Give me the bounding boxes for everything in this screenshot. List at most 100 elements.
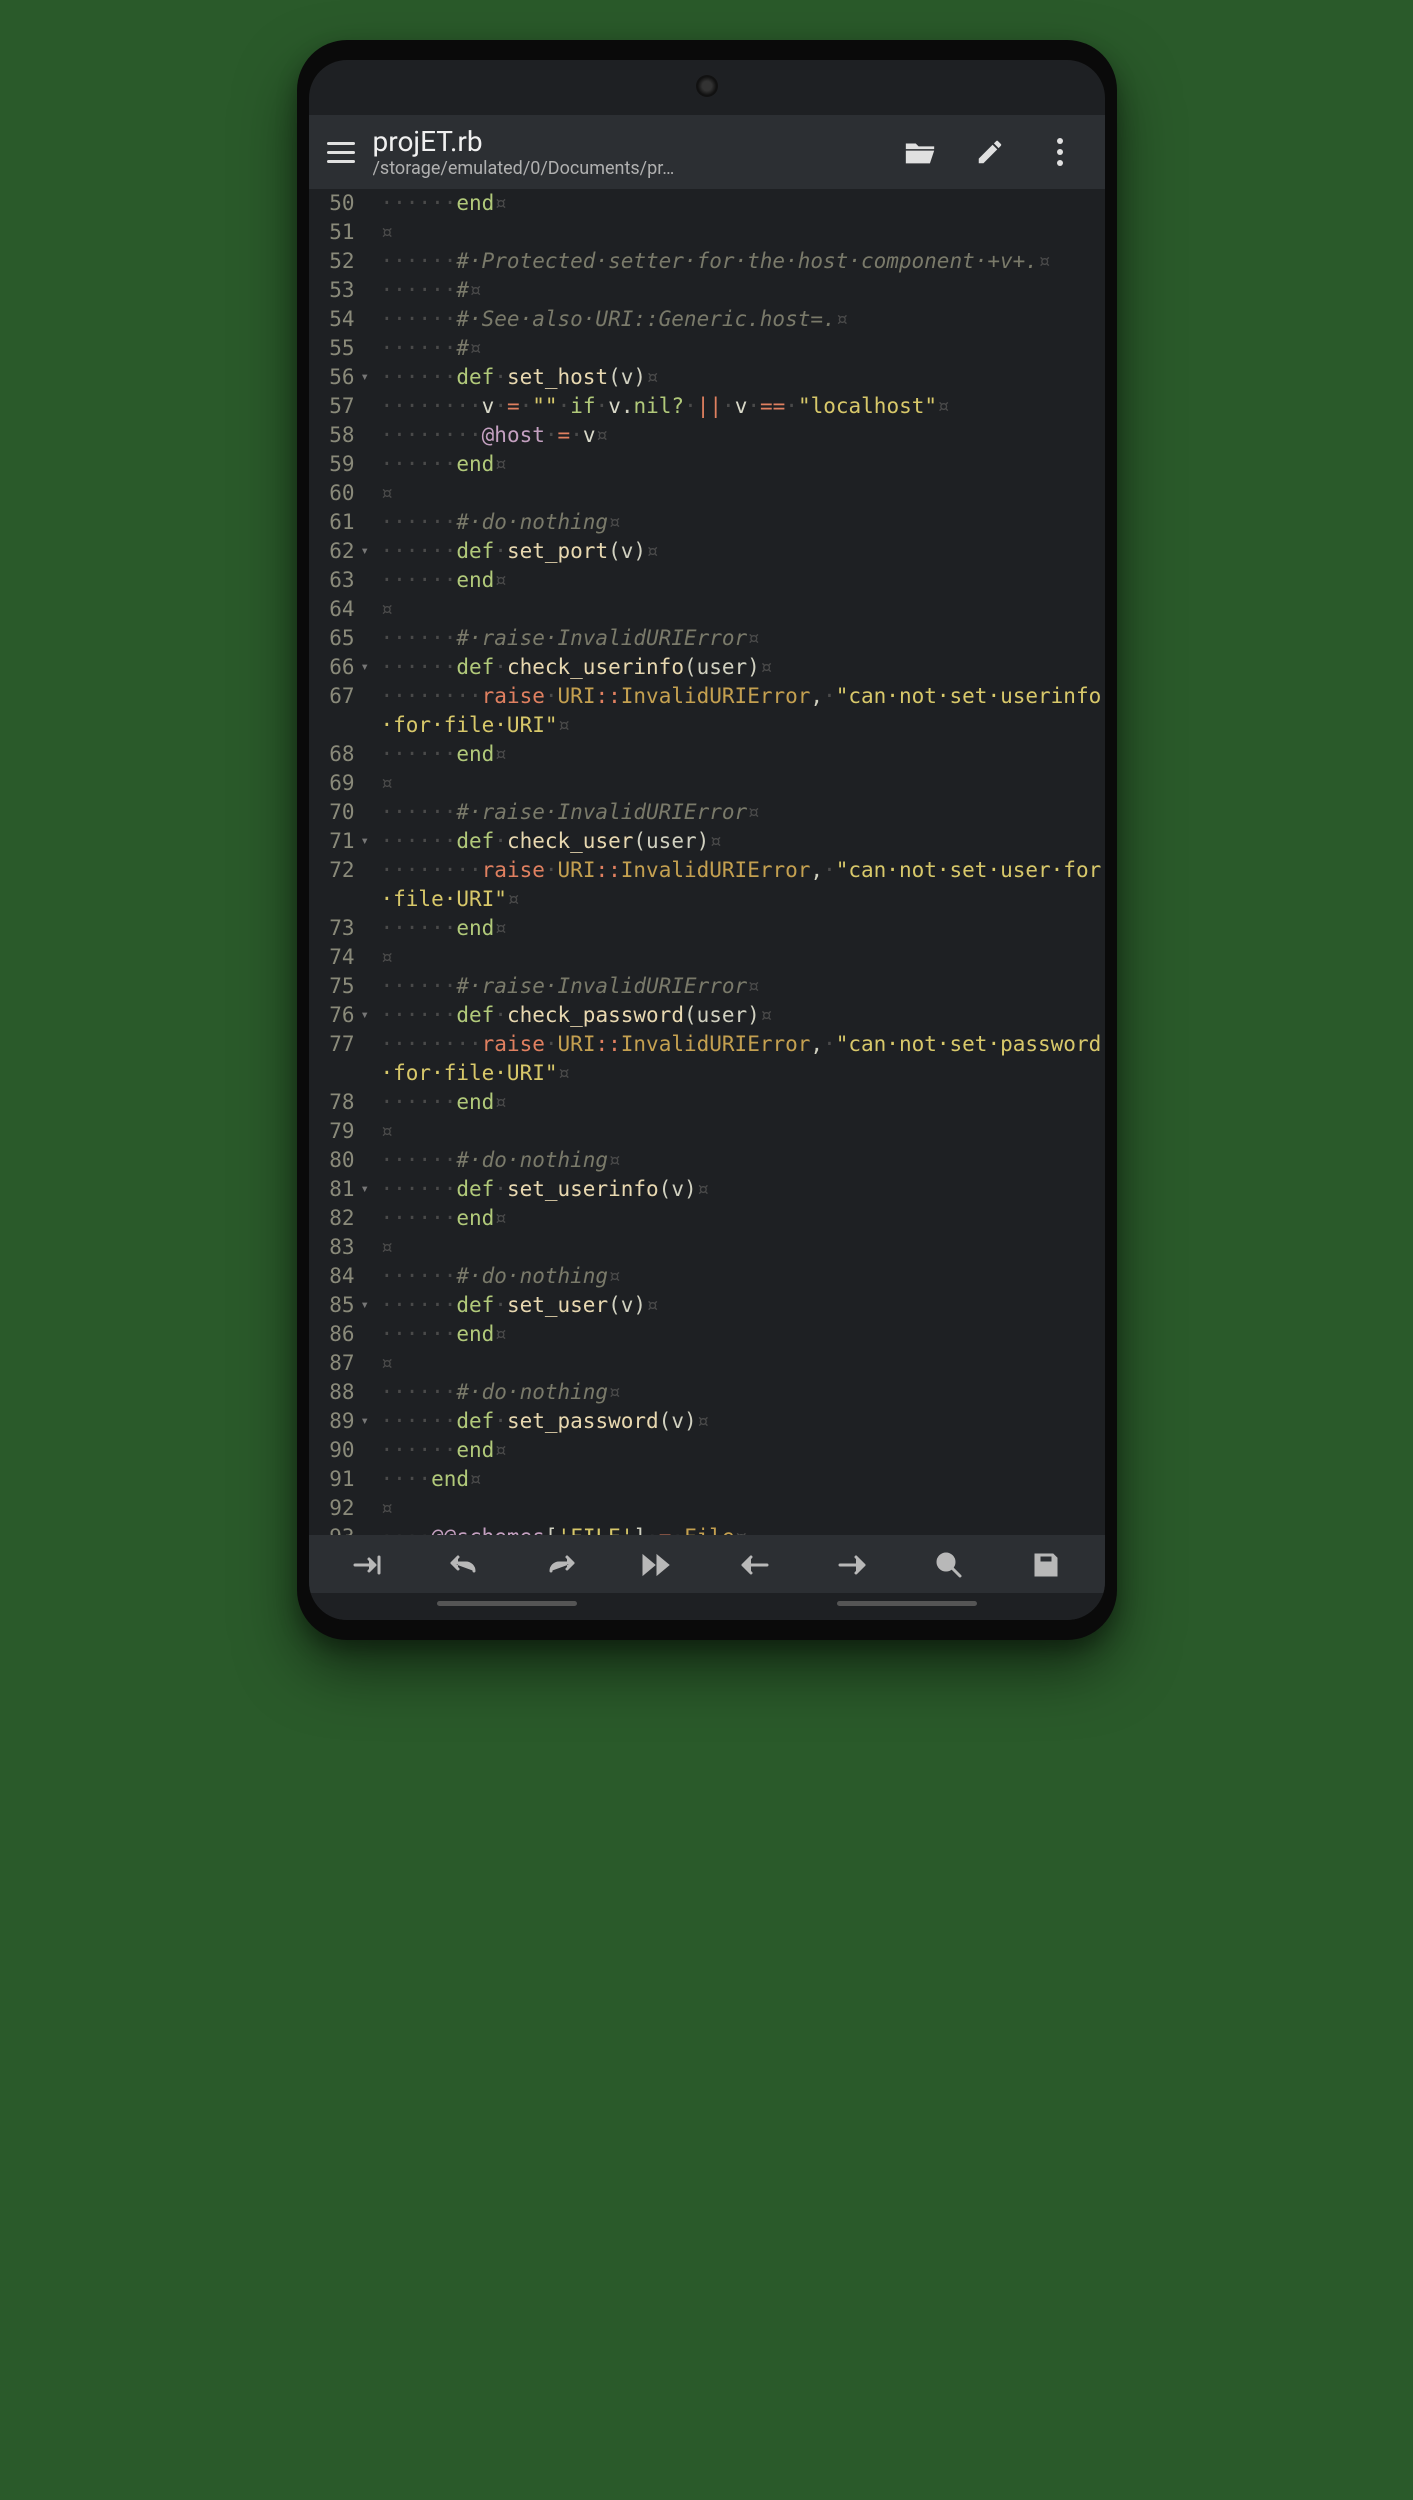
code-line[interactable]: 80······#·do·nothing¤ xyxy=(309,1146,1105,1175)
code-line[interactable]: 72········raise·URI::InvalidURIError,·"c… xyxy=(309,856,1105,914)
fold-marker[interactable]: ▾ xyxy=(361,1291,377,1320)
code-line[interactable]: 81▾······def·set_userinfo(v)¤ xyxy=(309,1175,1105,1204)
line-content[interactable]: ¤ xyxy=(377,1233,1105,1262)
line-content[interactable]: ······end¤ xyxy=(377,189,1105,218)
code-line[interactable]: 52······#·Protected·setter·for·the·host·… xyxy=(309,247,1105,276)
undo-icon[interactable] xyxy=(446,1547,482,1583)
line-content[interactable]: ······end¤ xyxy=(377,1204,1105,1233)
line-content[interactable]: ····@@schemes['FILE']·=·File¤ xyxy=(377,1523,1105,1535)
code-line[interactable]: 54······#·See·also·URI::Generic.host=.¤ xyxy=(309,305,1105,334)
line-content[interactable]: ······end¤ xyxy=(377,914,1105,943)
line-content[interactable]: ······#·do·nothing¤ xyxy=(377,508,1105,537)
fold-marker[interactable]: ▾ xyxy=(361,1407,377,1436)
fold-marker[interactable]: ▾ xyxy=(361,653,377,682)
code-line[interactable]: 83¤ xyxy=(309,1233,1105,1262)
line-content[interactable]: ······#·raise·InvalidURIError¤ xyxy=(377,798,1105,827)
line-content[interactable]: ······#¤ xyxy=(377,276,1105,305)
code-line[interactable]: 68······end¤ xyxy=(309,740,1105,769)
line-content[interactable]: ¤ xyxy=(377,218,1105,247)
edit-pencil-icon[interactable] xyxy=(973,135,1007,169)
code-line[interactable]: 58········@host·=·v¤ xyxy=(309,421,1105,450)
line-content[interactable]: ······def·set_password(v)¤ xyxy=(377,1407,1105,1436)
redo-icon[interactable] xyxy=(543,1547,579,1583)
code-line[interactable]: 82······end¤ xyxy=(309,1204,1105,1233)
fold-marker[interactable]: ▾ xyxy=(361,1175,377,1204)
fold-marker[interactable]: ▾ xyxy=(361,1001,377,1030)
line-content[interactable]: ¤ xyxy=(377,769,1105,798)
line-content[interactable]: ······def·check_user(user)¤ xyxy=(377,827,1105,856)
code-line[interactable]: 60¤ xyxy=(309,479,1105,508)
code-line[interactable]: 70······#·raise·InvalidURIError¤ xyxy=(309,798,1105,827)
tab-key-icon[interactable] xyxy=(349,1547,385,1583)
line-content[interactable]: ¤ xyxy=(377,595,1105,624)
line-content[interactable]: ········raise·URI::InvalidURIError,·"can… xyxy=(377,856,1105,914)
line-content[interactable]: ······end¤ xyxy=(377,566,1105,595)
line-content[interactable]: ······#·do·nothing¤ xyxy=(377,1378,1105,1407)
fold-marker[interactable]: ▾ xyxy=(361,537,377,566)
code-line[interactable]: 75······#·raise·InvalidURIError¤ xyxy=(309,972,1105,1001)
code-line[interactable]: 59······end¤ xyxy=(309,450,1105,479)
line-content[interactable]: ········@host·=·v¤ xyxy=(377,421,1105,450)
line-content[interactable]: ····end¤ xyxy=(377,1465,1105,1494)
code-line[interactable]: 55······#¤ xyxy=(309,334,1105,363)
line-content[interactable]: ¤ xyxy=(377,1349,1105,1378)
code-line[interactable]: 93····@@schemes['FILE']·=·File¤ xyxy=(309,1523,1105,1535)
code-line[interactable]: 89▾······def·set_password(v)¤ xyxy=(309,1407,1105,1436)
fold-marker[interactable]: ▾ xyxy=(361,363,377,392)
line-content[interactable]: ······end¤ xyxy=(377,1436,1105,1465)
code-line[interactable]: 78······end¤ xyxy=(309,1088,1105,1117)
code-line[interactable]: 56▾······def·set_host(v)¤ xyxy=(309,363,1105,392)
line-content[interactable]: ······end¤ xyxy=(377,740,1105,769)
code-line[interactable]: 86······end¤ xyxy=(309,1320,1105,1349)
line-content[interactable]: ······end¤ xyxy=(377,450,1105,479)
line-content[interactable]: ······#·See·also·URI::Generic.host=.¤ xyxy=(377,305,1105,334)
code-line[interactable]: 67········raise·URI::InvalidURIError,·"c… xyxy=(309,682,1105,740)
more-vert-icon[interactable] xyxy=(1043,135,1077,169)
code-line[interactable]: 53······#¤ xyxy=(309,276,1105,305)
search-icon[interactable] xyxy=(931,1547,967,1583)
code-line[interactable]: 84······#·do·nothing¤ xyxy=(309,1262,1105,1291)
code-line[interactable]: 73······end¤ xyxy=(309,914,1105,943)
code-line[interactable]: 88······#·do·nothing¤ xyxy=(309,1378,1105,1407)
line-content[interactable]: ········raise·URI::InvalidURIError,·"can… xyxy=(377,1030,1105,1088)
line-content[interactable]: ······end¤ xyxy=(377,1320,1105,1349)
code-line[interactable]: 87¤ xyxy=(309,1349,1105,1378)
save-icon[interactable] xyxy=(1028,1547,1064,1583)
code-line[interactable]: 92¤ xyxy=(309,1494,1105,1523)
line-content[interactable]: ¤ xyxy=(377,1117,1105,1146)
code-line[interactable]: 50······end¤ xyxy=(309,189,1105,218)
line-content[interactable]: ······#·raise·InvalidURIError¤ xyxy=(377,624,1105,653)
code-editor[interactable]: 50······end¤51¤52······#·Protected·sette… xyxy=(309,189,1105,1535)
hamburger-icon[interactable] xyxy=(327,138,355,166)
line-content[interactable]: ······#¤ xyxy=(377,334,1105,363)
code-line[interactable]: 57········v·=·""·if·v.nil?·||·v·==·"loca… xyxy=(309,392,1105,421)
line-content[interactable]: ········raise·URI::InvalidURIError,·"can… xyxy=(377,682,1105,740)
line-content[interactable]: ······#·raise·InvalidURIError¤ xyxy=(377,972,1105,1001)
line-content[interactable]: ¤ xyxy=(377,943,1105,972)
code-line[interactable]: 91····end¤ xyxy=(309,1465,1105,1494)
line-content[interactable]: ······#·Protected·setter·for·the·host·co… xyxy=(377,247,1105,276)
code-line[interactable]: 79¤ xyxy=(309,1117,1105,1146)
line-content[interactable]: ······def·set_userinfo(v)¤ xyxy=(377,1175,1105,1204)
code-line[interactable]: 61······#·do·nothing¤ xyxy=(309,508,1105,537)
code-line[interactable]: 65······#·raise·InvalidURIError¤ xyxy=(309,624,1105,653)
arrow-left-icon[interactable] xyxy=(737,1547,773,1583)
code-line[interactable]: 69¤ xyxy=(309,769,1105,798)
code-line[interactable]: 77········raise·URI::InvalidURIError,·"c… xyxy=(309,1030,1105,1088)
line-content[interactable]: ······def·set_user(v)¤ xyxy=(377,1291,1105,1320)
code-line[interactable]: 71▾······def·check_user(user)¤ xyxy=(309,827,1105,856)
code-line[interactable]: 85▾······def·set_user(v)¤ xyxy=(309,1291,1105,1320)
code-line[interactable]: 64¤ xyxy=(309,595,1105,624)
line-content[interactable]: ¤ xyxy=(377,1494,1105,1523)
code-line[interactable]: 62▾······def·set_port(v)¤ xyxy=(309,537,1105,566)
line-content[interactable]: ········v·=·""·if·v.nil?·||·v·==·"localh… xyxy=(377,392,1105,421)
line-content[interactable]: ······def·set_host(v)¤ xyxy=(377,363,1105,392)
fold-marker[interactable]: ▾ xyxy=(361,827,377,856)
code-line[interactable]: 90······end¤ xyxy=(309,1436,1105,1465)
line-content[interactable]: ¤ xyxy=(377,479,1105,508)
code-line[interactable]: 63······end¤ xyxy=(309,566,1105,595)
folder-open-icon[interactable] xyxy=(903,135,937,169)
code-line[interactable]: 74¤ xyxy=(309,943,1105,972)
line-content[interactable]: ······def·set_port(v)¤ xyxy=(377,537,1105,566)
code-line[interactable]: 76▾······def·check_password(user)¤ xyxy=(309,1001,1105,1030)
